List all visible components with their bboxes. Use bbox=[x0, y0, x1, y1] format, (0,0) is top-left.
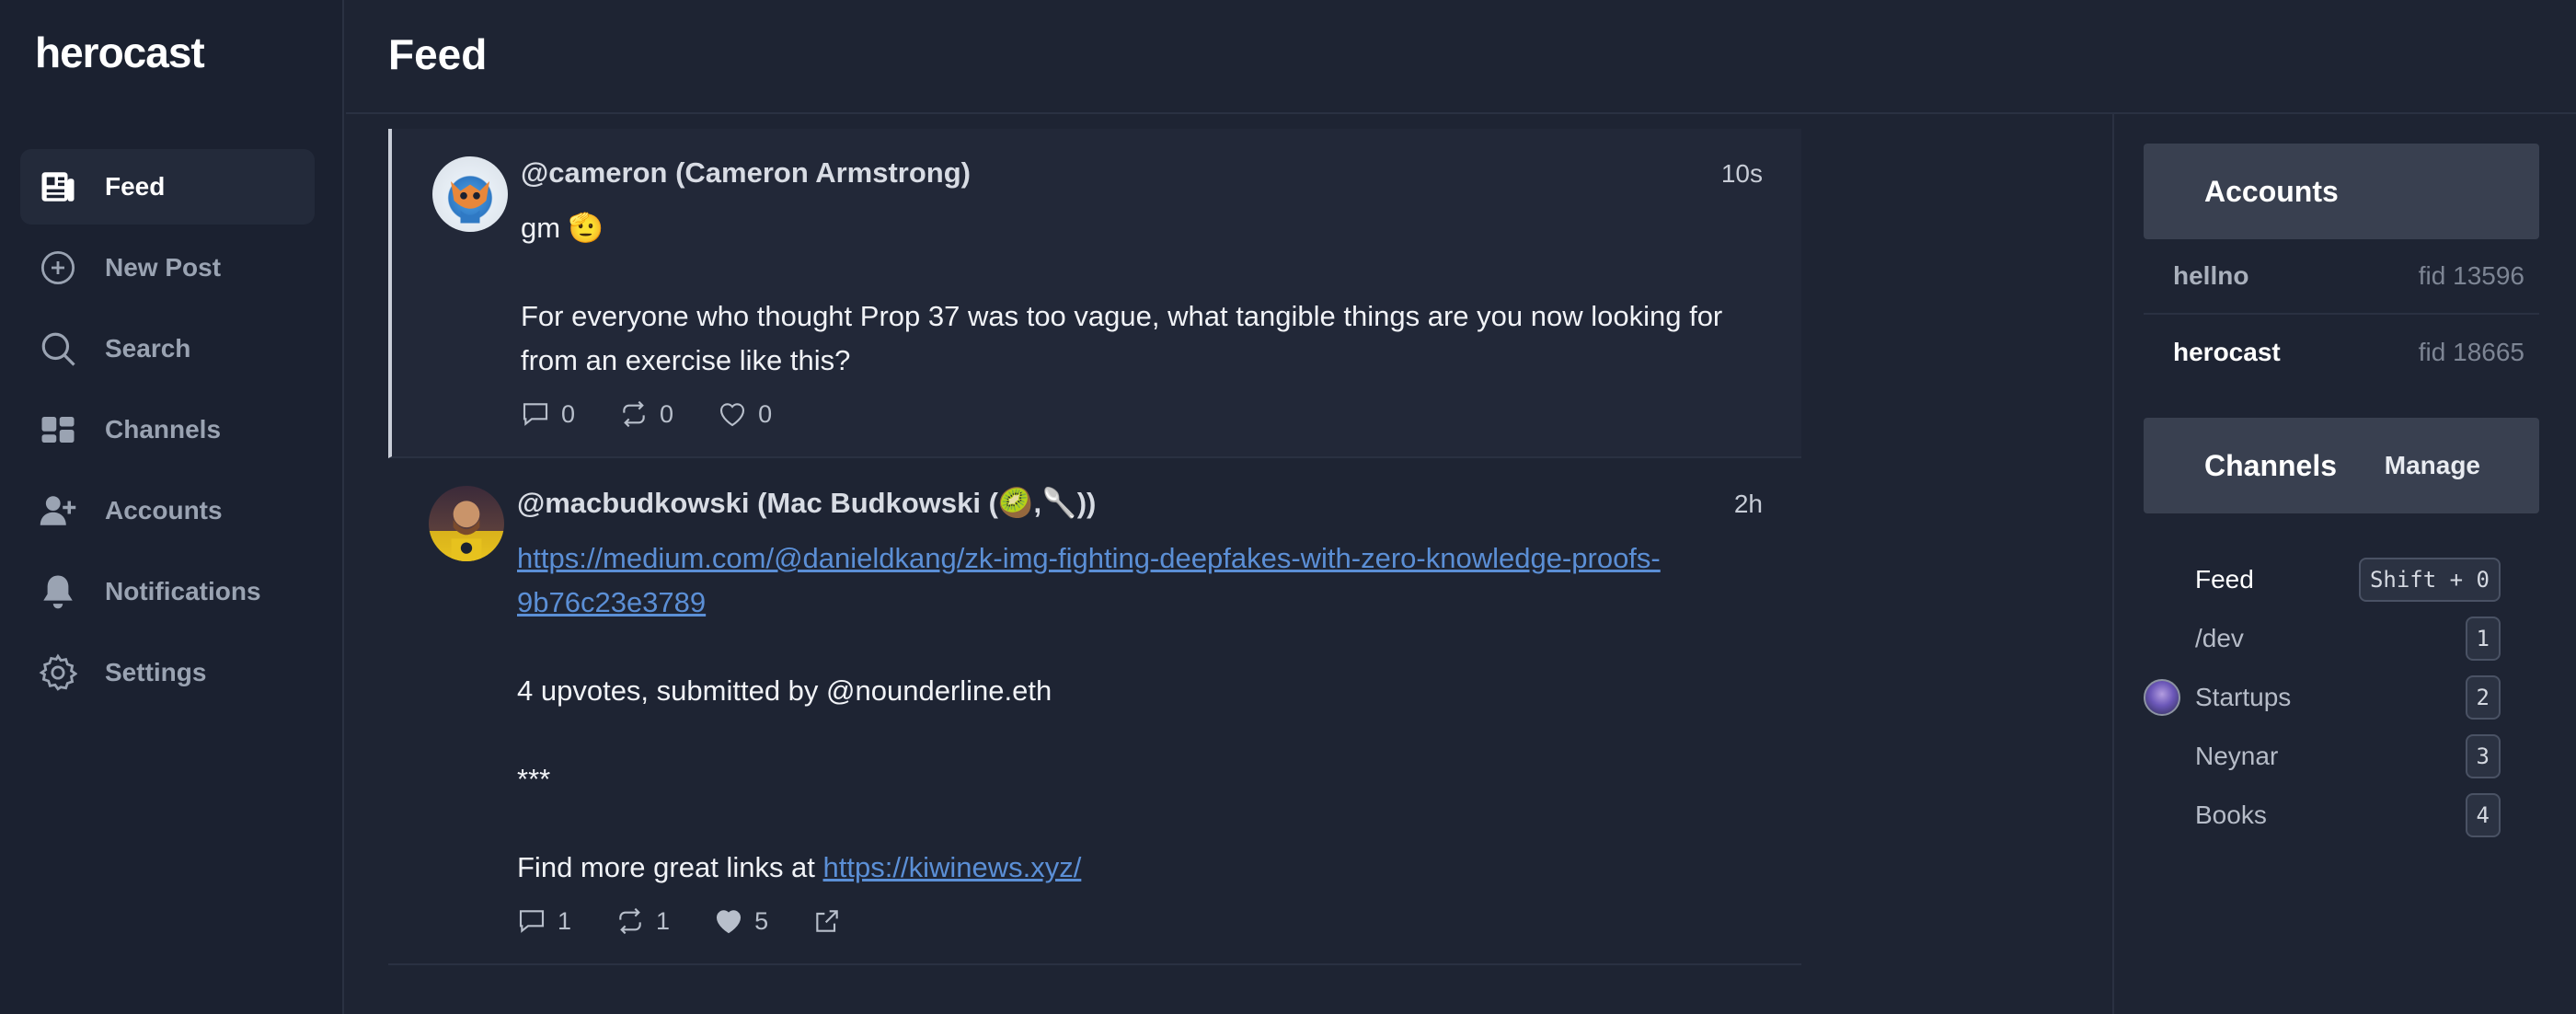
accounts-header: Accounts bbox=[2144, 144, 2539, 239]
panel-divider bbox=[2112, 114, 2114, 1014]
channel-name: /dev bbox=[2195, 624, 2244, 652]
cast-text: gm 🫡 For everyone who thought Prop 37 wa… bbox=[521, 206, 1763, 383]
shortcut-badge: Shift + 0 bbox=[2358, 558, 2501, 602]
avatar bbox=[429, 486, 504, 561]
channel-item-feed[interactable]: Feed Shift + 0 bbox=[2144, 550, 2539, 609]
bell-icon bbox=[37, 570, 79, 613]
recast-button[interactable]: 1 bbox=[615, 906, 670, 936]
manage-channels-button[interactable]: Manage bbox=[2385, 451, 2480, 480]
user-plus-icon bbox=[37, 490, 79, 532]
sidebar-item-settings[interactable]: Settings bbox=[20, 635, 315, 710]
account-fid: fid 13596 bbox=[2418, 261, 2524, 290]
cast-actions: 1 1 5 bbox=[517, 906, 1763, 936]
sidebar: herocast Feed New Post Search Channels A… bbox=[0, 0, 344, 1014]
open-external-button[interactable] bbox=[812, 906, 853, 936]
comment-icon bbox=[523, 403, 548, 426]
cast-text-line: gm 🫡 bbox=[521, 212, 604, 244]
channel-avatar-icon bbox=[2144, 679, 2180, 716]
sidebar-item-label: Channels bbox=[105, 415, 222, 444]
channel-item-books[interactable]: Books 4 bbox=[2144, 786, 2539, 845]
top-header: Feed bbox=[346, 0, 2576, 114]
avatar bbox=[432, 156, 508, 232]
channels-title: Channels bbox=[2204, 448, 2338, 482]
like-button[interactable]: 0 bbox=[718, 399, 772, 429]
cast-author[interactable]: @cameron (Cameron Armstrong) bbox=[521, 156, 971, 190]
reply-count: 0 bbox=[561, 399, 576, 428]
cast-item[interactable]: @cameron (Cameron Armstrong) 10s gm 🫡 Fo… bbox=[388, 129, 1801, 458]
sidebar-nav: Feed New Post Search Channels Accounts N… bbox=[20, 149, 315, 716]
sidebar-item-label: Feed bbox=[105, 172, 166, 201]
reply-button[interactable]: 1 bbox=[517, 906, 571, 936]
sidebar-item-label: Search bbox=[105, 334, 191, 363]
account-name: hellno bbox=[2173, 261, 2249, 290]
reply-count: 1 bbox=[558, 906, 572, 935]
accounts-title: Accounts bbox=[2204, 174, 2339, 208]
like-count: 0 bbox=[758, 399, 773, 428]
sidebar-item-label: Notifications bbox=[105, 577, 261, 605]
sidebar-item-new-post[interactable]: New Post bbox=[20, 230, 315, 305]
right-panel: Accounts hellno fid 13596 herocast fid 1… bbox=[2144, 144, 2539, 845]
like-count: 5 bbox=[754, 906, 769, 935]
sidebar-item-feed[interactable]: Feed bbox=[20, 149, 315, 225]
reply-button[interactable]: 0 bbox=[521, 399, 575, 429]
recast-icon bbox=[619, 907, 641, 935]
shortcut-badge: 2 bbox=[2465, 675, 2501, 720]
account-name: herocast bbox=[2173, 338, 2281, 366]
comment-icon bbox=[519, 910, 545, 933]
channels-header: Channels Manage bbox=[2144, 418, 2539, 513]
sidebar-item-notifications[interactable]: Notifications bbox=[20, 554, 315, 629]
sidebar-item-label: Settings bbox=[105, 658, 207, 686]
channel-item-startups[interactable]: Startups 2 bbox=[2144, 668, 2539, 727]
external-link-icon bbox=[816, 910, 838, 932]
channel-item-dev[interactable]: /dev 1 bbox=[2144, 609, 2539, 668]
cast-text-line: *** bbox=[517, 763, 551, 795]
heart-icon bbox=[719, 403, 745, 427]
recast-count: 0 bbox=[660, 399, 674, 428]
shortcut-badge: 1 bbox=[2465, 616, 2501, 661]
cast-actions: 0 0 0 bbox=[521, 399, 1763, 429]
recast-button[interactable]: 0 bbox=[619, 399, 673, 429]
shortcut-badge: 3 bbox=[2465, 734, 2501, 778]
cast-text-line: 4 upvotes, submitted by @nounderline.eth bbox=[517, 674, 1052, 707]
like-button[interactable]: 5 bbox=[714, 906, 768, 936]
cast-text-line: Find more great links at bbox=[517, 851, 823, 883]
cast-link[interactable]: https://kiwinews.xyz/ bbox=[823, 851, 1082, 883]
plus-circle-icon bbox=[37, 247, 79, 289]
cast-timestamp: 10s bbox=[1720, 159, 1763, 188]
channel-name: Books bbox=[2195, 801, 2267, 829]
sidebar-item-channels[interactable]: Channels bbox=[20, 392, 315, 467]
cast-item[interactable]: @macbudkowski (Mac Budkowski (🥝,🥄)) 2h h… bbox=[388, 458, 1801, 965]
rectangle-group-icon bbox=[37, 409, 79, 451]
account-row[interactable]: hellno fid 13596 bbox=[2144, 239, 2539, 315]
cast-link[interactable]: https://medium.com/@danieldkang/zk-img-f… bbox=[517, 542, 1661, 618]
app-logo: herocast bbox=[35, 29, 205, 76]
cast-text: https://medium.com/@danieldkang/zk-img-f… bbox=[517, 536, 1763, 890]
account-fid: fid 18665 bbox=[2418, 338, 2524, 366]
channel-name: Startups bbox=[2195, 683, 2292, 711]
recast-count: 1 bbox=[656, 906, 671, 935]
sidebar-item-accounts[interactable]: Accounts bbox=[20, 473, 315, 548]
channel-list: Feed Shift + 0 /dev 1 Startups 2 Neynar … bbox=[2144, 550, 2539, 845]
channel-item-neynar[interactable]: Neynar 3 bbox=[2144, 727, 2539, 786]
sidebar-item-label: Accounts bbox=[105, 496, 223, 524]
newspaper-icon bbox=[37, 166, 79, 208]
sidebar-item-search[interactable]: Search bbox=[20, 311, 315, 386]
cast-author[interactable]: @macbudkowski (Mac Budkowski (🥝,🥄)) bbox=[517, 486, 1096, 520]
account-row[interactable]: herocast fid 18665 bbox=[2144, 315, 2539, 390]
channel-name: Neynar bbox=[2195, 742, 2279, 770]
cast-text-line: For everyone who thought Prop 37 was too… bbox=[521, 300, 1731, 376]
gear-icon bbox=[37, 651, 79, 694]
channel-name: Feed bbox=[2195, 565, 2254, 593]
cast-timestamp: 2h bbox=[1733, 490, 1763, 518]
feed-list: @cameron (Cameron Armstrong) 10s gm 🫡 Fo… bbox=[388, 129, 1801, 965]
heart-filled-icon bbox=[716, 910, 742, 934]
sidebar-item-label: New Post bbox=[105, 253, 222, 282]
shortcut-badge: 4 bbox=[2465, 793, 2501, 837]
search-icon bbox=[37, 328, 79, 370]
recast-icon bbox=[623, 400, 645, 428]
page-title: Feed bbox=[388, 30, 488, 78]
